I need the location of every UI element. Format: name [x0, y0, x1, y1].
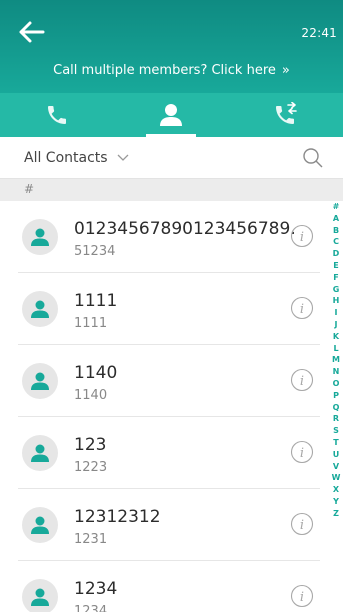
- contact-name: 1234: [74, 579, 118, 599]
- contact-avatar-icon: [31, 444, 49, 462]
- contact-name: 12312312: [74, 507, 161, 527]
- contact-filter-bar: All Contacts: [0, 137, 343, 179]
- contact-name: 01234567890123456789...: [74, 219, 294, 239]
- info-icon[interactable]: i: [290, 440, 314, 464]
- banner-text: Call multiple members? Click here: [53, 63, 276, 78]
- alpha-index-letter[interactable]: B: [333, 225, 339, 237]
- contact-avatar-icon: [31, 516, 49, 534]
- alpha-index-letter[interactable]: I: [335, 307, 338, 319]
- avatar: [22, 579, 58, 612]
- list-item[interactable]: 1111 1111 i: [18, 273, 320, 345]
- alpha-index-letter[interactable]: L: [333, 343, 338, 355]
- info-icon[interactable]: i: [290, 368, 314, 392]
- svg-text:i: i: [300, 374, 304, 389]
- alpha-index-letter[interactable]: S: [333, 425, 339, 437]
- alpha-index-letter[interactable]: M: [332, 354, 340, 366]
- back-arrow-icon[interactable]: [18, 20, 46, 44]
- alpha-index-letter[interactable]: Y: [333, 496, 339, 508]
- alpha-index-letter[interactable]: X: [333, 484, 339, 496]
- tab-calls[interactable]: [0, 93, 114, 137]
- alpha-index-letter[interactable]: F: [333, 272, 338, 284]
- info-icon[interactable]: i: [290, 224, 314, 248]
- alpha-index-letter[interactable]: R: [333, 413, 339, 425]
- alpha-index-letter[interactable]: #: [333, 201, 340, 213]
- alpha-index-letter[interactable]: N: [333, 366, 340, 378]
- contact-avatar-icon: [31, 300, 49, 318]
- contact-number: 1111: [74, 316, 108, 331]
- svg-text:i: i: [300, 446, 304, 461]
- contact-name: 123: [74, 435, 107, 455]
- alphabet-index[interactable]: # A B C D E F G H I J K L M N O P Q R S …: [329, 201, 343, 520]
- app-header: 22:41 Call multiple members? Click here »: [0, 0, 343, 93]
- alpha-index-letter[interactable]: O: [333, 378, 340, 390]
- alpha-index-letter[interactable]: D: [333, 248, 340, 260]
- avatar: [22, 435, 58, 471]
- alpha-index-letter[interactable]: W: [332, 472, 341, 484]
- info-icon[interactable]: i: [290, 584, 314, 608]
- contact-name: 1111: [74, 291, 118, 311]
- list-item[interactable]: 12312312 1231 i: [18, 489, 320, 561]
- avatar: [22, 219, 58, 255]
- alpha-index-letter[interactable]: E: [333, 260, 338, 272]
- contact-avatar-icon: [31, 228, 49, 246]
- chevron-down-icon[interactable]: [116, 150, 130, 164]
- svg-text:i: i: [300, 230, 304, 245]
- list-item[interactable]: 123 1223 i: [18, 417, 320, 489]
- section-label: #: [24, 182, 35, 196]
- contact-avatar-icon: [31, 588, 49, 606]
- contact-avatar-icon: [31, 372, 49, 390]
- contact-number: 1223: [74, 460, 108, 475]
- tab-transfer[interactable]: [229, 93, 343, 137]
- alpha-index-letter[interactable]: P: [333, 390, 339, 402]
- list-item[interactable]: 1234 1234 i: [18, 561, 320, 612]
- multi-call-banner[interactable]: Call multiple members? Click here »: [0, 63, 343, 78]
- svg-text:i: i: [300, 302, 304, 317]
- alpha-index-letter[interactable]: G: [333, 284, 340, 296]
- avatar: [22, 363, 58, 399]
- alpha-index-letter[interactable]: H: [333, 295, 340, 307]
- alpha-index-letter[interactable]: J: [335, 319, 338, 331]
- list-item[interactable]: 1140 1140 i: [18, 345, 320, 417]
- search-icon[interactable]: [301, 146, 325, 170]
- contact-number: 1234: [74, 604, 108, 612]
- tab-contacts[interactable]: [114, 93, 228, 137]
- alpha-index-letter[interactable]: Q: [333, 402, 340, 414]
- list-item[interactable]: 01234567890123456789... 51234 i: [18, 201, 320, 273]
- info-icon[interactable]: i: [290, 296, 314, 320]
- contact-number: 51234: [74, 244, 116, 259]
- section-header: #: [0, 179, 343, 201]
- tab-bar: [0, 93, 343, 137]
- info-icon[interactable]: i: [290, 512, 314, 536]
- double-chevron-icon: »: [281, 63, 290, 78]
- contact-icon: [160, 104, 183, 126]
- contact-number: 1140: [74, 388, 108, 403]
- contact-list: 01234567890123456789... 51234 i 1111 111…: [0, 201, 330, 612]
- filter-dropdown[interactable]: All Contacts: [24, 150, 108, 166]
- avatar: [22, 507, 58, 543]
- alpha-index-letter[interactable]: V: [333, 461, 339, 473]
- alpha-index-letter[interactable]: Z: [333, 508, 339, 520]
- phone-icon: [48, 106, 67, 124]
- phone-transfer-icon: [275, 102, 297, 124]
- svg-text:i: i: [300, 518, 304, 533]
- alpha-index-letter[interactable]: A: [333, 213, 339, 225]
- alpha-index-letter[interactable]: U: [333, 449, 340, 461]
- status-time: 22:41: [301, 26, 337, 40]
- alpha-index-letter[interactable]: K: [333, 331, 339, 343]
- contact-name: 1140: [74, 363, 118, 383]
- svg-text:i: i: [300, 590, 304, 605]
- alpha-index-letter[interactable]: C: [333, 236, 339, 248]
- contact-number: 1231: [74, 532, 108, 547]
- alpha-index-letter[interactable]: T: [333, 437, 338, 449]
- avatar: [22, 291, 58, 327]
